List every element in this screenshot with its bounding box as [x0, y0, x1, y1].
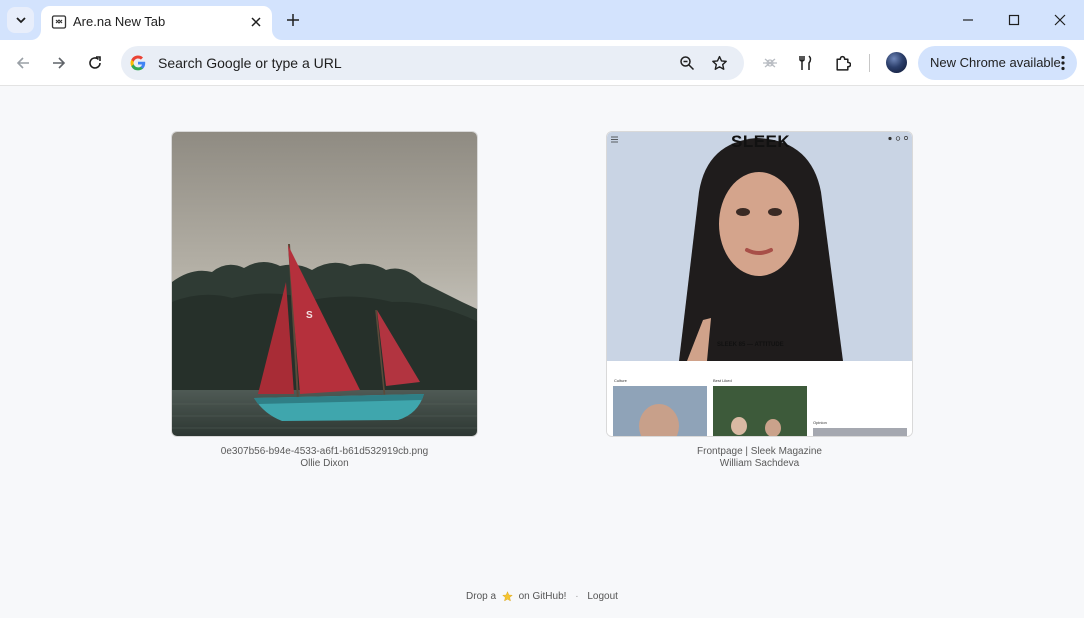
sleek-section-best-liked: Best Liked [713, 378, 732, 383]
block-title: 0e307b56-b94e-4533-a6f1-b61d532919cb.png [220, 446, 429, 457]
tab-search-button[interactable] [7, 7, 34, 33]
github-star-link[interactable]: Drop a on GitHub! [466, 591, 569, 602]
block-author: Ollie Dixon [300, 458, 349, 469]
google-logo-icon [130, 55, 146, 71]
tab-title: Are.na New Tab [73, 14, 166, 29]
update-chrome-button[interactable]: New Chrome available [918, 46, 1077, 80]
bookmark-button[interactable] [709, 53, 729, 73]
github-text: on GitHub! [518, 591, 567, 602]
zoom-button[interactable] [677, 53, 697, 73]
profile-avatar[interactable] [886, 52, 907, 73]
bookmark-star-icon [711, 55, 727, 70]
page-footer: Drop a on GitHub! · Logout [0, 591, 1084, 602]
close-icon [251, 17, 261, 27]
window-close-button[interactable] [1048, 8, 1072, 32]
logout-link[interactable]: Logout [587, 591, 618, 602]
block-author: William Sachdeva [719, 458, 800, 469]
search-input[interactable]: Search Google or type a URL [158, 55, 342, 71]
sleek-issue-label: SLEEK 85 — ATTITUDE [717, 342, 784, 348]
tab-search-icon [15, 17, 26, 24]
sleek-section-culture: Culture [614, 378, 627, 383]
maximize-button[interactable] [1002, 8, 1026, 32]
sail-mark: S [306, 310, 313, 321]
sleek-magazine-screenshot [607, 132, 912, 436]
back-button[interactable] [11, 51, 35, 75]
kebab-menu-icon [1061, 55, 1065, 71]
new-tab-button[interactable] [281, 9, 305, 31]
reload-icon [89, 56, 101, 69]
address-bar[interactable]: Search Google or type a URL [121, 46, 744, 80]
puzzle-icon [835, 55, 851, 71]
block-card[interactable]: SLEEK SLEEK 85 — ATTITUDE Culture Best L… [606, 131, 913, 470]
minimize-button[interactable] [956, 8, 980, 32]
drop-text: Drop a [466, 591, 497, 602]
sailboat-image [172, 132, 477, 436]
tab-strip: Are.na New Tab [0, 0, 1084, 40]
maximize-icon [1008, 14, 1020, 26]
forward-button[interactable] [47, 51, 71, 75]
window-close-icon [1054, 14, 1066, 26]
zoom-icon [680, 56, 695, 71]
block-thumbnail[interactable]: SLEEK SLEEK 85 — ATTITUDE Culture Best L… [606, 131, 913, 437]
browser-toolbar: Search Google or type a URL New Chrome a… [0, 40, 1084, 86]
star-emoji-icon [502, 591, 513, 602]
block-title: Frontpage | Sleek Magazine [697, 446, 822, 457]
block-thumbnail[interactable]: S [171, 131, 478, 437]
arena-favicon [51, 15, 67, 29]
back-arrow-icon [16, 57, 29, 69]
labs-button[interactable] [794, 51, 818, 75]
extensions-button[interactable] [830, 51, 854, 75]
minimize-icon [963, 19, 973, 21]
extension-button-dim[interactable] [758, 51, 782, 75]
extension-dim-icon [763, 58, 777, 68]
footer-separator: · [575, 591, 579, 603]
sleek-masthead: SLEEK [731, 132, 791, 151]
active-tab[interactable]: Are.na New Tab [41, 6, 272, 40]
plus-icon [287, 14, 299, 26]
arena-new-tab-page: S 0e307b56-b94e-4533-a6f1-b61d532919cb.p… [0, 87, 1084, 618]
block-card[interactable]: S 0e307b56-b94e-4533-a6f1-b61d532919cb.p… [171, 131, 478, 470]
labs-icon [799, 55, 812, 70]
reload-button[interactable] [83, 51, 107, 75]
tab-close-button[interactable] [248, 14, 264, 30]
chrome-menu-button[interactable] [1059, 54, 1067, 72]
forward-arrow-icon [53, 57, 66, 69]
sleek-section-opinion: Opinion [813, 420, 827, 425]
update-chrome-label: New Chrome available [930, 55, 1061, 70]
toolbar-separator [869, 54, 870, 72]
